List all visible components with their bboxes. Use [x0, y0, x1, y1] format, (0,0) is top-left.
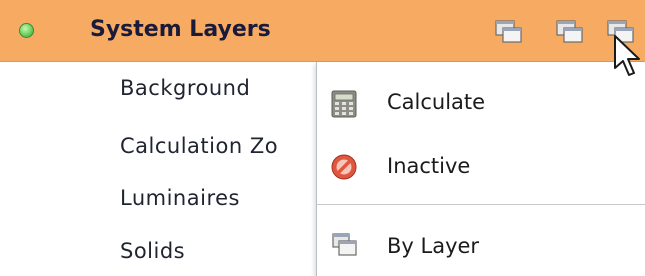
- layers-panel: System Layers Background Calculation Zo …: [0, 0, 645, 276]
- menu-item-by-layer-label: By Layer: [387, 234, 480, 258]
- status-indicator-icon[interactable]: [19, 23, 34, 38]
- context-menu: Calculate Inactive By Layer: [316, 62, 645, 276]
- layer-item-calculation-zones[interactable]: Calculation Zo: [120, 134, 278, 158]
- calculator-icon: [331, 90, 357, 118]
- no-entry-icon: [331, 154, 357, 180]
- header-title: System Layers: [90, 17, 271, 42]
- layer-item-solids[interactable]: Solids: [120, 239, 185, 263]
- layer-options-button-2[interactable]: [555, 19, 585, 45]
- mouse-cursor-icon: [614, 35, 640, 76]
- menu-item-calculate-label: Calculate: [387, 90, 486, 114]
- layer-item-background[interactable]: Background: [120, 76, 250, 100]
- menu-item-inactive[interactable]: Inactive: [317, 140, 645, 192]
- layers-icon: [495, 20, 522, 43]
- menu-item-inactive-label: Inactive: [387, 154, 471, 178]
- layer-options-button-1[interactable]: [494, 19, 524, 45]
- menu-item-calculate[interactable]: Calculate: [317, 76, 645, 128]
- system-layers-header[interactable]: System Layers: [0, 0, 645, 62]
- layers-icon: [331, 232, 357, 258]
- layer-item-luminaires[interactable]: Luminaires: [120, 186, 240, 210]
- layers-icon: [556, 20, 583, 43]
- menu-separator: [317, 204, 645, 205]
- menu-item-by-layer[interactable]: By Layer: [317, 220, 645, 272]
- layer-list: Background Calculation Zo Luminaires Sol…: [0, 62, 320, 276]
